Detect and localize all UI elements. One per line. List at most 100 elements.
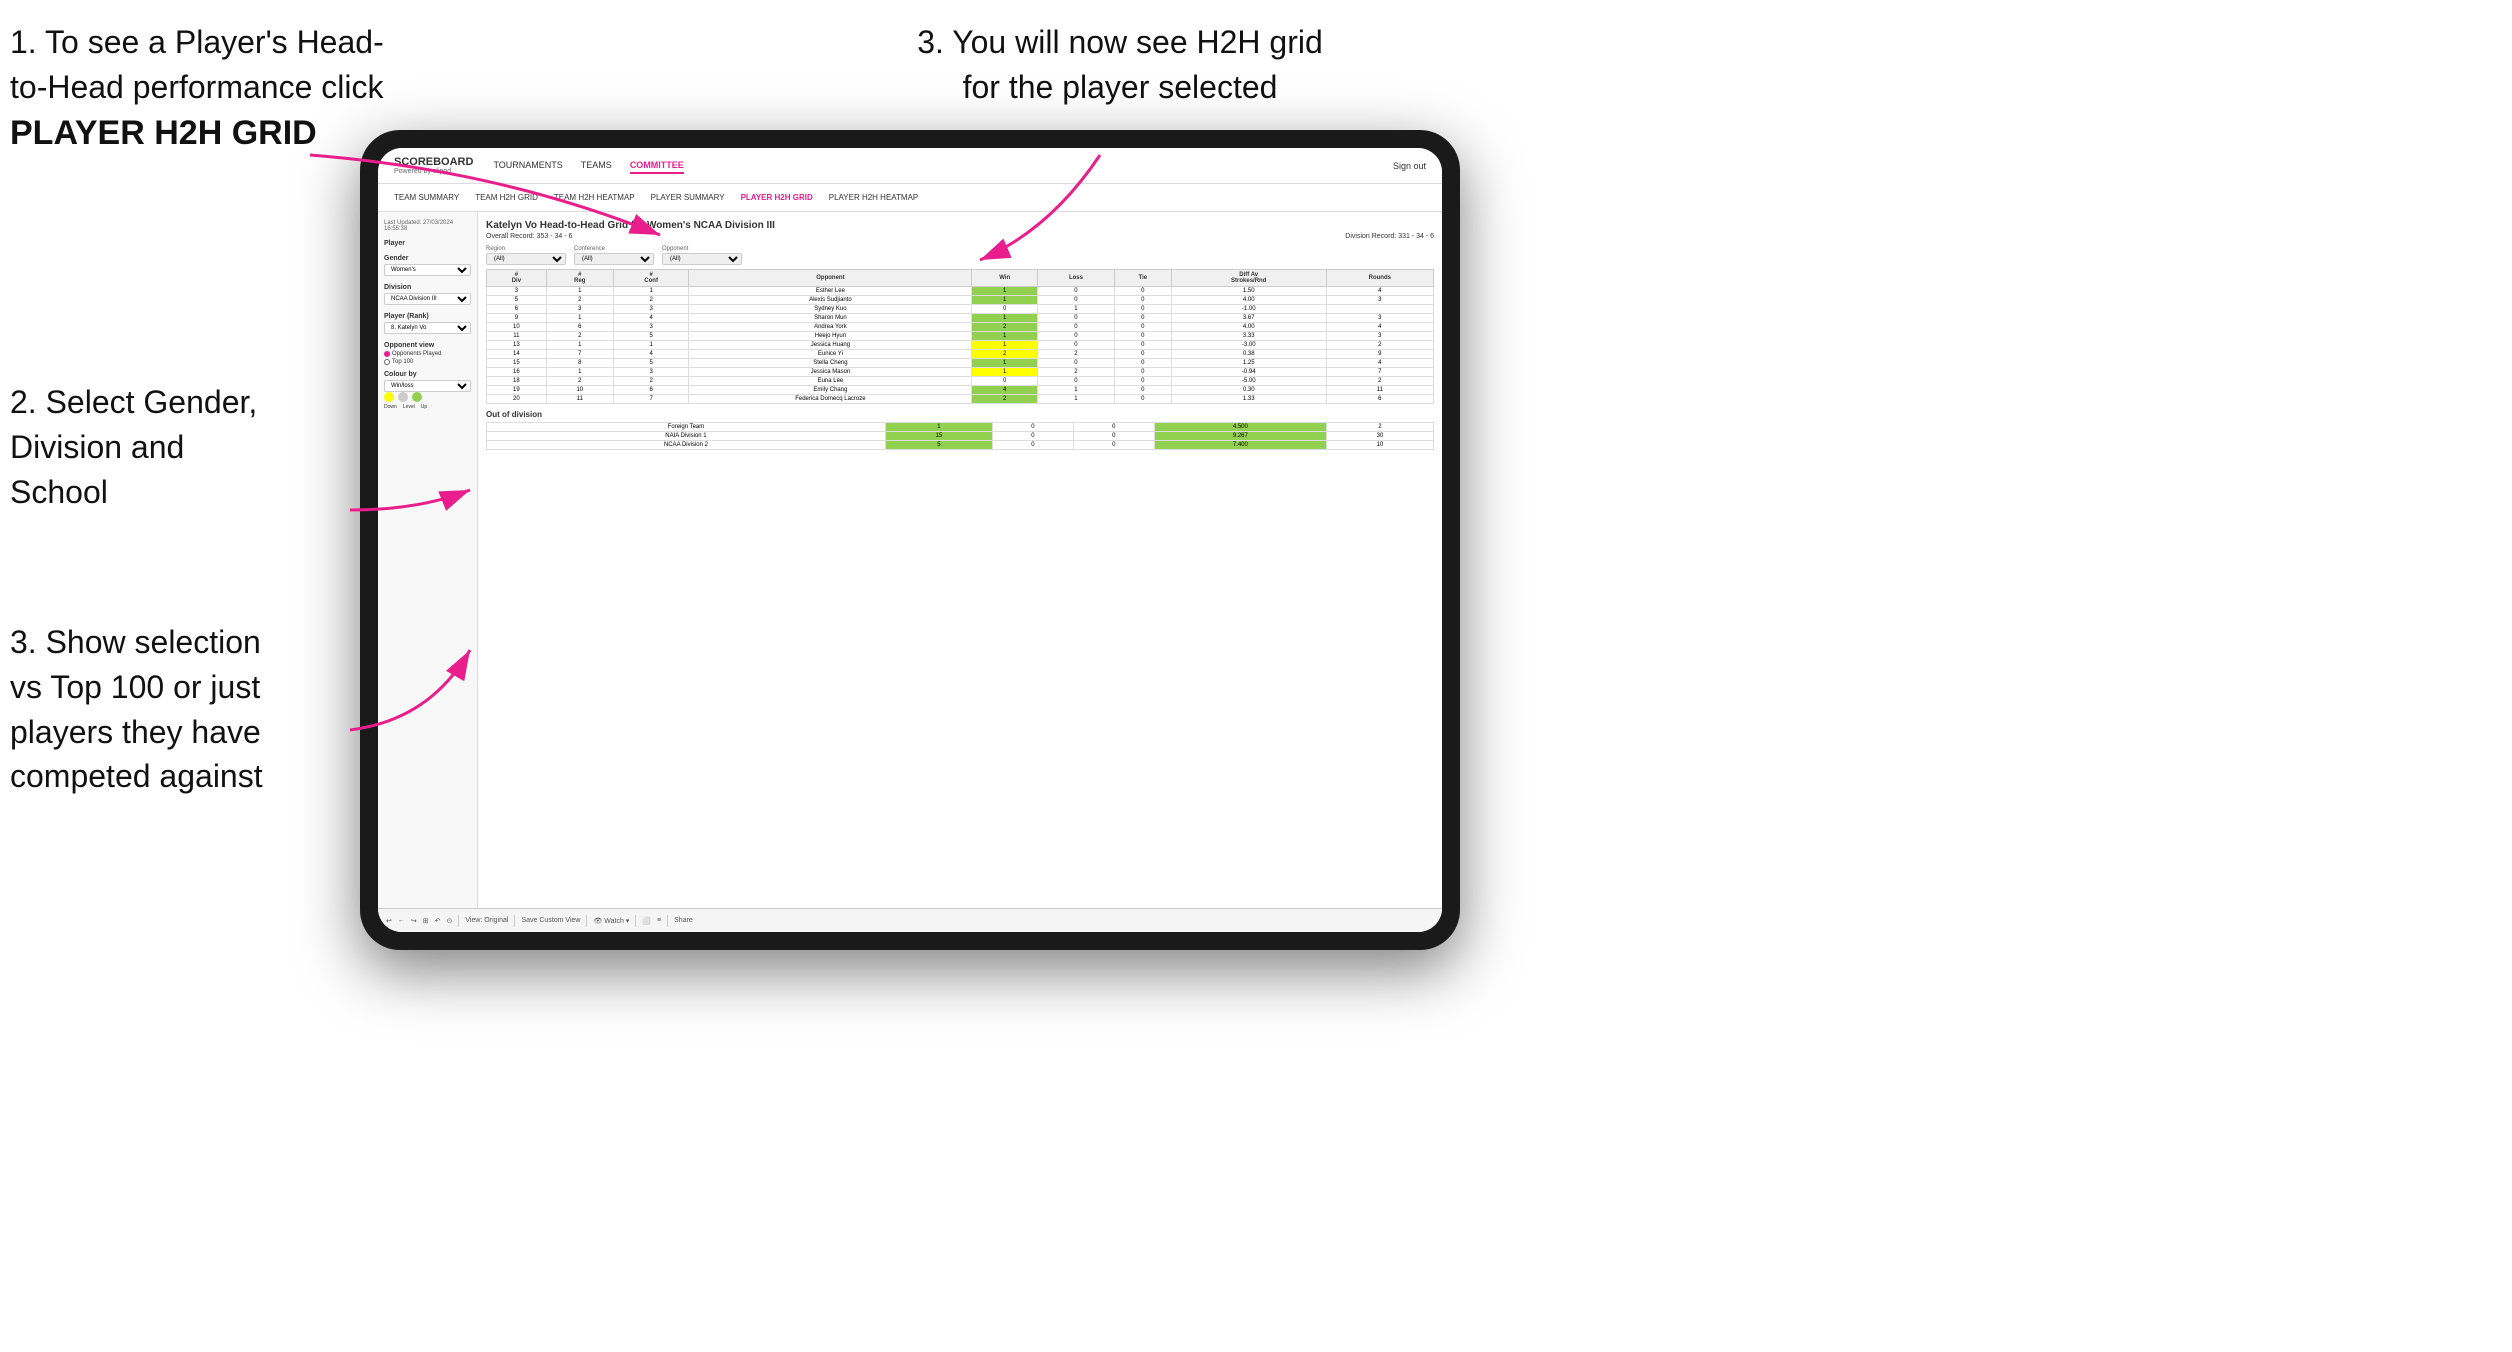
toolbar-sep3 <box>586 915 587 927</box>
sidebar-colour-select[interactable]: Win/loss <box>384 380 471 392</box>
instruction-mid-text: 2. Select Gender, Division and School <box>10 384 257 510</box>
sidebar-opponent-view-section: Opponent view Opponents Played Top 100 <box>384 342 471 365</box>
colour-dot-up <box>412 392 422 402</box>
radio-opponents-played[interactable]: Opponents Played <box>384 351 471 357</box>
sidebar: Last Updated: 27/03/2024 16:55:38 Player… <box>378 212 478 932</box>
filter-region-select[interactable]: (All) <box>486 253 566 265</box>
instruction-top-right: 3. You will now see H2H grid for the pla… <box>820 20 1420 110</box>
sidebar-division-select[interactable]: NCAA Division III <box>384 293 471 305</box>
instruction-mid-left: 2. Select Gender, Division and School <box>10 380 350 514</box>
nav-tournaments[interactable]: TOURNAMENTS <box>493 158 562 174</box>
table-row: 10 6 3 Andrea York 2 0 0 4.00 4 <box>487 323 1434 332</box>
th-reg: #Reg <box>546 270 613 287</box>
table-row: NAIA Division 1 15 0 0 9.267 30 <box>487 432 1434 441</box>
subnav-player-h2h-heatmap[interactable]: PLAYER H2H HEATMAP <box>829 193 919 202</box>
sidebar-player-rank-section: Player (Rank) 8. Katelyn Vo <box>384 313 471 334</box>
filter-row: Region (All) Conference (All) Opponent <box>486 246 1434 265</box>
sidebar-division-label: Division <box>384 284 471 291</box>
radio-label-top100: Top 100 <box>392 359 413 365</box>
sidebar-gender-label: Gender <box>384 255 471 262</box>
th-loss: Loss <box>1038 270 1115 287</box>
radio-label-opponents: Opponents Played <box>392 351 441 357</box>
th-rounds: Rounds <box>1326 270 1433 287</box>
toolbar-sep1 <box>458 915 459 927</box>
bottom-toolbar: ↩ ← ↪ ⊞ ↶ ⊙ View: Original Save Custom V… <box>378 908 1442 932</box>
th-conf: #Conf <box>613 270 689 287</box>
filter-opponent-select[interactable]: (All) <box>662 253 742 265</box>
panel-title: Katelyn Vo Head-to-Head Grid for Women's… <box>486 220 1434 231</box>
radio-top-100[interactable]: Top 100 <box>384 359 471 365</box>
toolbar-redo[interactable]: ↪ <box>411 917 417 925</box>
nav-committee[interactable]: COMMITTEE <box>630 158 684 174</box>
table-row: 3 1 1 Esther Lee 1 0 0 1.50 4 <box>487 287 1434 296</box>
toolbar-refresh[interactable]: ↶ <box>435 917 441 925</box>
subnav-player-summary[interactable]: PLAYER SUMMARY <box>651 193 725 202</box>
instruction-line2: to-Head performance click <box>10 69 383 105</box>
toolbar-grid[interactable]: ⊞ <box>423 917 429 925</box>
instruction-bottom-text: 3. Show selection vs Top 100 or just pla… <box>10 624 263 794</box>
main-content: Last Updated: 27/03/2024 16:55:38 Player… <box>378 212 1442 932</box>
sidebar-opponent-view-label: Opponent view <box>384 342 471 349</box>
sidebar-colour-label: Colour by <box>384 371 471 378</box>
table-row: 20 11 7 Federica Domecq Lacroze 2 1 0 1.… <box>487 395 1434 404</box>
logo-sub: Powered by clippd <box>394 168 473 175</box>
toolbar-sep2 <box>514 915 515 927</box>
sidebar-player-rank-label: Player (Rank) <box>384 313 471 320</box>
tablet: SCOREBOARD Powered by clippd TOURNAMENTS… <box>360 130 1460 950</box>
instruction-bold: PLAYER H2H GRID <box>10 114 317 152</box>
table-row: 18 2 2 Euna Lee 0 0 0 -5.00 2 <box>487 377 1434 386</box>
main-table: #Div #Reg #Conf Opponent Win Loss Tie Di… <box>486 269 1434 404</box>
instruction-line1: 1. To see a Player's Head- <box>10 24 384 60</box>
sidebar-timestamp: Last Updated: 27/03/2024 16:55:38 <box>384 220 471 232</box>
toolbar-sep4 <box>635 915 636 927</box>
colour-label-down: Down <box>384 404 397 410</box>
toolbar-frame[interactable]: ⬜ <box>642 917 651 925</box>
colour-dot-down <box>384 392 394 402</box>
toolbar-save-custom[interactable]: Save Custom View <box>521 917 580 924</box>
nav-teams[interactable]: TEAMS <box>581 158 612 174</box>
filter-region: Region (All) <box>486 246 566 265</box>
subnav-player-h2h-grid[interactable]: PLAYER H2H GRID <box>741 193 813 202</box>
nav-links: TOURNAMENTS TEAMS COMMITTEE <box>493 158 1393 174</box>
table-row: 13 1 1 Jessica Huang 1 0 0 -3.00 2 <box>487 341 1434 350</box>
subnav-team-h2h-grid[interactable]: TEAM H2H GRID <box>475 193 538 202</box>
right-panel: Katelyn Vo Head-to-Head Grid for Women's… <box>478 212 1442 932</box>
radio-dot-unselected <box>384 359 390 365</box>
table-row: 5 2 2 Alexis Sudjianto 1 0 0 4.00 3 <box>487 296 1434 305</box>
toolbar-undo[interactable]: ↩ <box>386 917 392 925</box>
toolbar-sort[interactable]: ≡ <box>657 917 661 924</box>
table-row: 16 1 3 Jessica Mason 1 2 0 -0.94 7 <box>487 368 1434 377</box>
nav-sign-out[interactable]: Sign out <box>1393 161 1426 171</box>
colour-labels: Down Level Up <box>384 404 471 410</box>
division-record: Division Record: 331 - 34 - 6 <box>1345 233 1434 240</box>
table-row: 6 3 3 Sydney Kuo 0 1 0 -1.00 <box>487 305 1434 314</box>
subnav-team-summary[interactable]: TEAM SUMMARY <box>394 193 459 202</box>
toolbar-sep5 <box>667 915 668 927</box>
table-row: 19 10 6 Emily Chang 4 1 0 0.30 11 <box>487 386 1434 395</box>
th-diff: Diff AvStrokes/Rnd <box>1171 270 1326 287</box>
th-div: #Div <box>487 270 547 287</box>
instruction-top-left: 1. To see a Player's Head- to-Head perfo… <box>10 20 390 157</box>
table-row: 9 1 4 Sharon Mun 1 0 0 3.67 3 <box>487 314 1434 323</box>
toolbar-back[interactable]: ← <box>398 917 405 924</box>
overall-record: Overall Record: 353 - 34 - 6 <box>486 233 572 240</box>
nav-logo: SCOREBOARD Powered by clippd <box>394 156 473 175</box>
sidebar-gender-select[interactable]: Women's <box>384 264 471 276</box>
colour-label-up: Up <box>421 404 427 410</box>
filter-conference-select[interactable]: (All) <box>574 253 654 265</box>
table-row: NCAA Division 2 5 0 0 7.400 10 <box>487 441 1434 450</box>
subnav-team-h2h-heatmap[interactable]: TEAM H2H HEATMAP <box>554 193 635 202</box>
table-row: 11 2 5 Heejo Hyun 1 0 0 3.33 3 <box>487 332 1434 341</box>
filter-opponent: Opponent (All) <box>662 246 742 265</box>
sidebar-player-section: Player <box>384 240 471 247</box>
toolbar-share[interactable]: Share <box>674 917 693 924</box>
toolbar-watch[interactable]: 👁 Watch ▾ <box>593 917 629 925</box>
filter-opponent-label: Opponent <box>662 246 742 252</box>
navbar: SCOREBOARD Powered by clippd TOURNAMENTS… <box>378 148 1442 184</box>
toolbar-view-original[interactable]: View: Original <box>465 917 508 924</box>
sidebar-player-rank-select[interactable]: 8. Katelyn Vo <box>384 322 471 334</box>
toolbar-settings[interactable]: ⊙ <box>447 917 453 925</box>
sidebar-gender-section: Gender Women's <box>384 255 471 276</box>
th-win: Win <box>972 270 1038 287</box>
table-row: Foreign Team 1 0 0 4.500 2 <box>487 423 1434 432</box>
